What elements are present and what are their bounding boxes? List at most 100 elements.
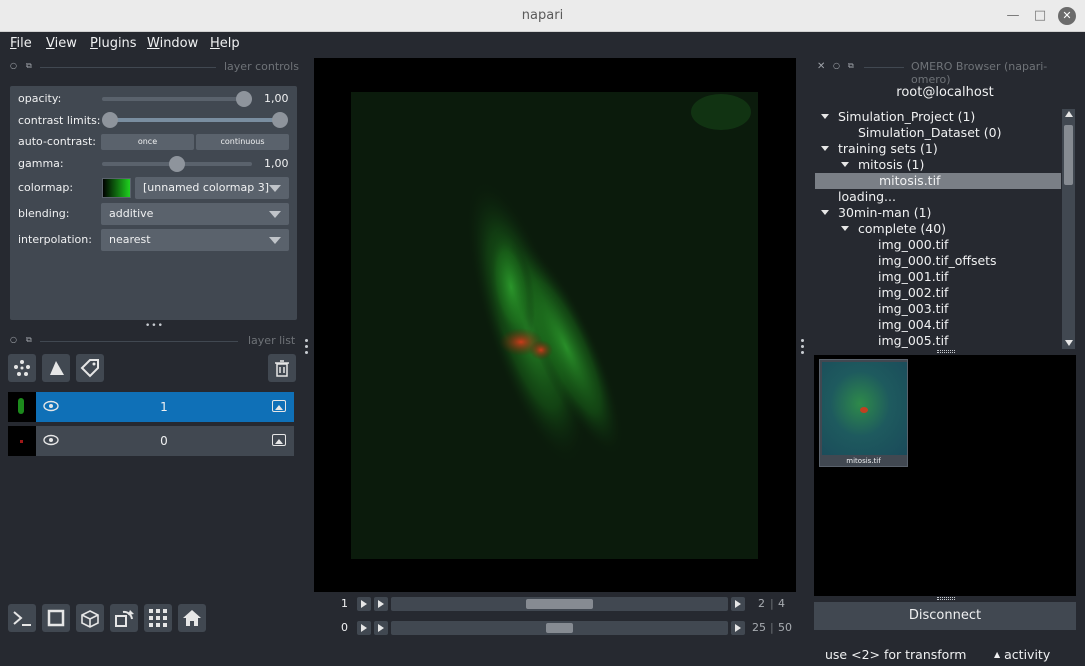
chevron-down-icon[interactable]	[821, 146, 829, 151]
dock-float-icon[interactable]: ⧉	[26, 335, 32, 345]
tree-item[interactable]: img_000.tif_offsets	[814, 253, 1060, 269]
blending-dropdown[interactable]: additive	[101, 203, 289, 225]
disconnect-button[interactable]: Disconnect	[814, 602, 1076, 630]
contrast-limits-slider[interactable]	[110, 118, 282, 122]
layer-row[interactable]: 0	[8, 426, 294, 456]
tree-item[interactable]: Simulation_Dataset (0)	[814, 125, 1060, 141]
tree-item[interactable]: mitosis.tif	[815, 173, 1061, 189]
roll-dimensions-button[interactable]	[76, 604, 104, 632]
transpose-button[interactable]	[110, 604, 138, 632]
menu-view[interactable]: View	[46, 36, 77, 51]
tree-item[interactable]: Simulation_Project (1)	[814, 109, 1060, 125]
interpolation-dropdown[interactable]: nearest	[101, 229, 289, 251]
tree-scrollbar-thumb[interactable]	[1064, 125, 1073, 185]
home-icon	[183, 610, 201, 626]
maximize-icon[interactable]: □	[1032, 8, 1048, 24]
auto-contrast-once-button[interactable]: once	[101, 134, 194, 150]
scroll-up-icon[interactable]	[1065, 111, 1073, 117]
home-button[interactable]	[178, 604, 206, 632]
dock-close-icon[interactable]: ○	[10, 61, 17, 70]
colormap-label: colormap:	[18, 181, 74, 194]
tree-item-label: Simulation_Project (1)	[838, 109, 976, 124]
play-icon[interactable]	[357, 621, 371, 635]
menu-plugins[interactable]: Plugins	[90, 36, 137, 51]
minimize-icon[interactable]: —	[1005, 8, 1021, 24]
console-button[interactable]	[8, 604, 36, 632]
layer-thumbnail	[8, 426, 36, 456]
toggle-ndisplay-button[interactable]	[42, 604, 70, 632]
step-back-icon[interactable]	[374, 621, 388, 635]
tree-item[interactable]: img_004.tif	[814, 317, 1060, 333]
shapes-icon	[50, 361, 64, 375]
contrast-low-handle[interactable]	[102, 112, 118, 128]
chevron-down-icon[interactable]	[841, 162, 849, 167]
dim-scrollbar[interactable]	[391, 597, 728, 611]
tree-item[interactable]: complete (40)	[814, 221, 1060, 237]
dock-close-icon[interactable]: ○	[833, 61, 840, 70]
tree-item-label: img_000.tif_offsets	[878, 253, 997, 268]
dock-float-icon[interactable]: ⧉	[848, 61, 854, 71]
dock-splitter-right[interactable]	[801, 339, 804, 357]
tree-item[interactable]: img_002.tif	[814, 285, 1060, 301]
tree-item[interactable]: 30min-man (1)	[814, 205, 1060, 221]
omero-splitter-handle[interactable]	[937, 597, 955, 600]
new-shapes-layer-button[interactable]	[42, 354, 70, 382]
chevron-down-icon[interactable]	[821, 114, 829, 119]
eye-icon[interactable]	[43, 433, 59, 447]
trash-icon	[275, 360, 289, 377]
scroll-down-icon[interactable]	[1065, 340, 1073, 346]
microscopy-image	[351, 92, 758, 559]
menu-window[interactable]: Window	[147, 36, 198, 51]
tree-item[interactable]: mitosis (1)	[814, 157, 1060, 173]
close-icon[interactable]: ✕	[817, 61, 825, 72]
menu-help[interactable]: Help	[210, 36, 240, 51]
contrast-high-handle[interactable]	[272, 112, 288, 128]
tree-item-label: complete (40)	[858, 221, 947, 236]
colormap-dropdown[interactable]: [unnamed colormap 3]	[135, 177, 289, 199]
layer-list-dock-title: layer list	[248, 334, 296, 347]
dock-divider	[40, 341, 238, 342]
thumbnail-tile[interactable]: mitosis.tif	[819, 359, 908, 467]
panel-splitter-handle[interactable]: •••	[145, 322, 163, 331]
close-icon[interactable]: ✕	[1058, 7, 1076, 25]
dim-scrollbar[interactable]	[391, 621, 728, 635]
tree-item[interactable]: img_000.tif	[814, 237, 1060, 253]
tree-item[interactable]: training sets (1)	[814, 141, 1060, 157]
chevron-down-icon[interactable]	[821, 210, 829, 215]
dim-scrollbar-thumb[interactable]	[546, 623, 573, 633]
step-forward-icon[interactable]	[731, 597, 745, 611]
step-back-icon[interactable]	[374, 597, 388, 611]
new-points-layer-button[interactable]	[8, 354, 36, 382]
tree-item[interactable]: img_005.tif	[814, 333, 1060, 349]
opacity-slider-handle[interactable]	[236, 91, 252, 107]
layer-row[interactable]: 1	[8, 392, 294, 422]
layer-name[interactable]: 0	[108, 434, 220, 448]
dock-float-icon[interactable]: ⧉	[26, 61, 32, 71]
auto-contrast-continuous-button[interactable]: continuous	[196, 134, 289, 150]
viewer-canvas[interactable]	[314, 58, 796, 592]
step-forward-icon[interactable]	[731, 621, 745, 635]
dim-current-value: 1	[341, 597, 348, 610]
opacity-slider[interactable]	[102, 97, 252, 101]
delete-layer-button[interactable]	[268, 354, 296, 382]
gamma-slider-handle[interactable]	[169, 156, 185, 172]
layer-name[interactable]: 1	[108, 400, 220, 414]
tree-item[interactable]: img_001.tif	[814, 269, 1060, 285]
eye-icon[interactable]	[43, 399, 59, 413]
menu-file[interactable]: File	[10, 36, 32, 51]
grid-view-button[interactable]	[144, 604, 172, 632]
dock-close-icon[interactable]: ○	[10, 335, 17, 344]
omero-splitter-handle[interactable]	[937, 350, 955, 353]
gamma-label: gamma:	[18, 157, 64, 170]
play-icon[interactable]	[357, 597, 371, 611]
dock-splitter-left[interactable]	[305, 339, 308, 357]
dim-scrollbar-thumb[interactable]	[526, 599, 593, 609]
tree-item[interactable]: loading...	[814, 189, 1060, 205]
tree-item[interactable]: img_003.tif	[814, 301, 1060, 317]
chevron-down-icon[interactable]	[841, 226, 849, 231]
new-labels-layer-button[interactable]	[76, 354, 104, 382]
omero-tree[interactable]: Simulation_Project (1) Simulation_Dataset…	[814, 109, 1062, 349]
activity-toggle[interactable]: ▲ activity	[994, 647, 1050, 662]
layer-thumbnail	[8, 392, 36, 422]
tree-scrollbar[interactable]	[1062, 109, 1075, 349]
